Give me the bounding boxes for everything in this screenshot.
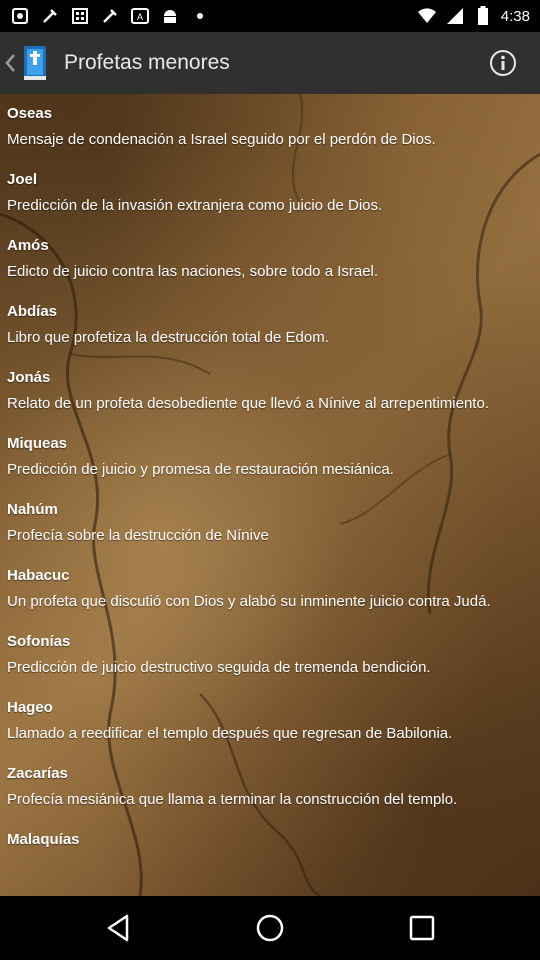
book-title: Malaquías — [7, 831, 80, 848]
status-bar: A 4:38 — [0, 0, 540, 32]
list-item[interactable]: Hageo Llamado a reedificar el templo desp… — [0, 688, 540, 754]
book-description: Relato de un profeta desobediente que ll… — [7, 395, 489, 412]
status-notifications: A — [10, 6, 210, 26]
book-title: Sofonías — [7, 633, 71, 650]
bible-app-icon — [24, 46, 46, 80]
book-description: Profecía mesiánica que llama a terminar … — [7, 791, 458, 808]
list-item[interactable]: Zacarías Profecía mesiánica que llama a t… — [0, 754, 540, 820]
book-title: Nahúm — [7, 501, 58, 518]
chevron-left-icon — [5, 54, 15, 72]
book-title: Oseas — [7, 105, 53, 122]
status-system: 4:38 — [417, 6, 530, 26]
list-item[interactable]: Jonás Relato de un profeta desobediente q… — [0, 358, 540, 424]
notification-icon — [10, 6, 30, 26]
book-title: Amós — [7, 237, 49, 254]
list-item[interactable]: Amós Edicto de juicio contra las naciones… — [0, 226, 540, 292]
recents-square-icon[interactable] — [406, 912, 438, 944]
home-circle-icon[interactable] — [254, 912, 286, 944]
list-item[interactable]: Malaquías — [0, 820, 540, 850]
book-description: Profecía sobre la destrucción de Nínive — [7, 527, 269, 544]
wifi-icon — [417, 6, 437, 26]
book-title: Hageo — [7, 699, 53, 716]
page-title: Profetas menores — [64, 51, 230, 74]
tools-icon — [100, 6, 120, 26]
list-item[interactable]: Abdías Libro que profetiza la destrucción… — [0, 292, 540, 358]
list-item[interactable]: Nahúm Profecía sobre la destrucción de Ní… — [0, 490, 540, 556]
tools-icon — [40, 6, 60, 26]
books-list: Oseas Mensaje de condenación a Israel seg… — [0, 94, 540, 850]
list-item[interactable]: Joel Predicción de la invasión extranjera… — [0, 160, 540, 226]
calendar-icon — [70, 6, 90, 26]
navigation-bar — [0, 896, 540, 960]
book-title: Zacarías — [7, 765, 68, 782]
book-description: Predicción de la invasión extranjera com… — [7, 197, 383, 214]
battery-icon — [473, 6, 493, 26]
dots-icon — [190, 6, 210, 26]
status-time: 4:38 — [500, 7, 530, 25]
list-item[interactable]: Oseas Mensaje de condenación a Israel seg… — [0, 94, 540, 160]
book-title: Joel — [7, 171, 38, 188]
book-description: Mensaje de condenación a Israel seguido … — [7, 131, 436, 148]
book-description: Edicto de juicio contra las naciones, so… — [7, 263, 379, 280]
book-title: Abdías — [7, 303, 58, 320]
list-item[interactable]: Sofonías Predicción de juicio destructivo… — [0, 622, 540, 688]
back-triangle-icon[interactable] — [103, 912, 135, 944]
book-title: Habacuc — [7, 567, 70, 584]
book-title: Jonás — [7, 369, 51, 386]
list-item[interactable]: Miqueas Predicción de juicio y promesa de… — [0, 424, 540, 490]
book-title: Miqueas — [7, 435, 68, 452]
book-description: Libro que profetiza la destrucción total… — [7, 329, 329, 346]
books-list-container[interactable]: Oseas Mensaje de condenación a Israel seg… — [0, 94, 540, 896]
translate-icon: A — [130, 6, 150, 26]
back-button[interactable] — [0, 32, 50, 94]
list-item[interactable]: Habacuc Un profeta que discutió con Dios … — [0, 556, 540, 622]
signal-icon — [445, 6, 465, 26]
book-description: Llamado a reedificar el templo después q… — [7, 725, 453, 742]
book-description: Un profeta que discutió con Dios y alabó… — [7, 593, 491, 610]
action-bar: Profetas menores — [0, 32, 540, 94]
book-description: Predicción de juicio destructivo seguida… — [7, 659, 431, 676]
android-icon — [160, 6, 180, 26]
book-description: Predicción de juicio y promesa de restau… — [7, 461, 394, 478]
info-icon[interactable] — [488, 48, 518, 78]
svg-text:A: A — [137, 12, 143, 22]
